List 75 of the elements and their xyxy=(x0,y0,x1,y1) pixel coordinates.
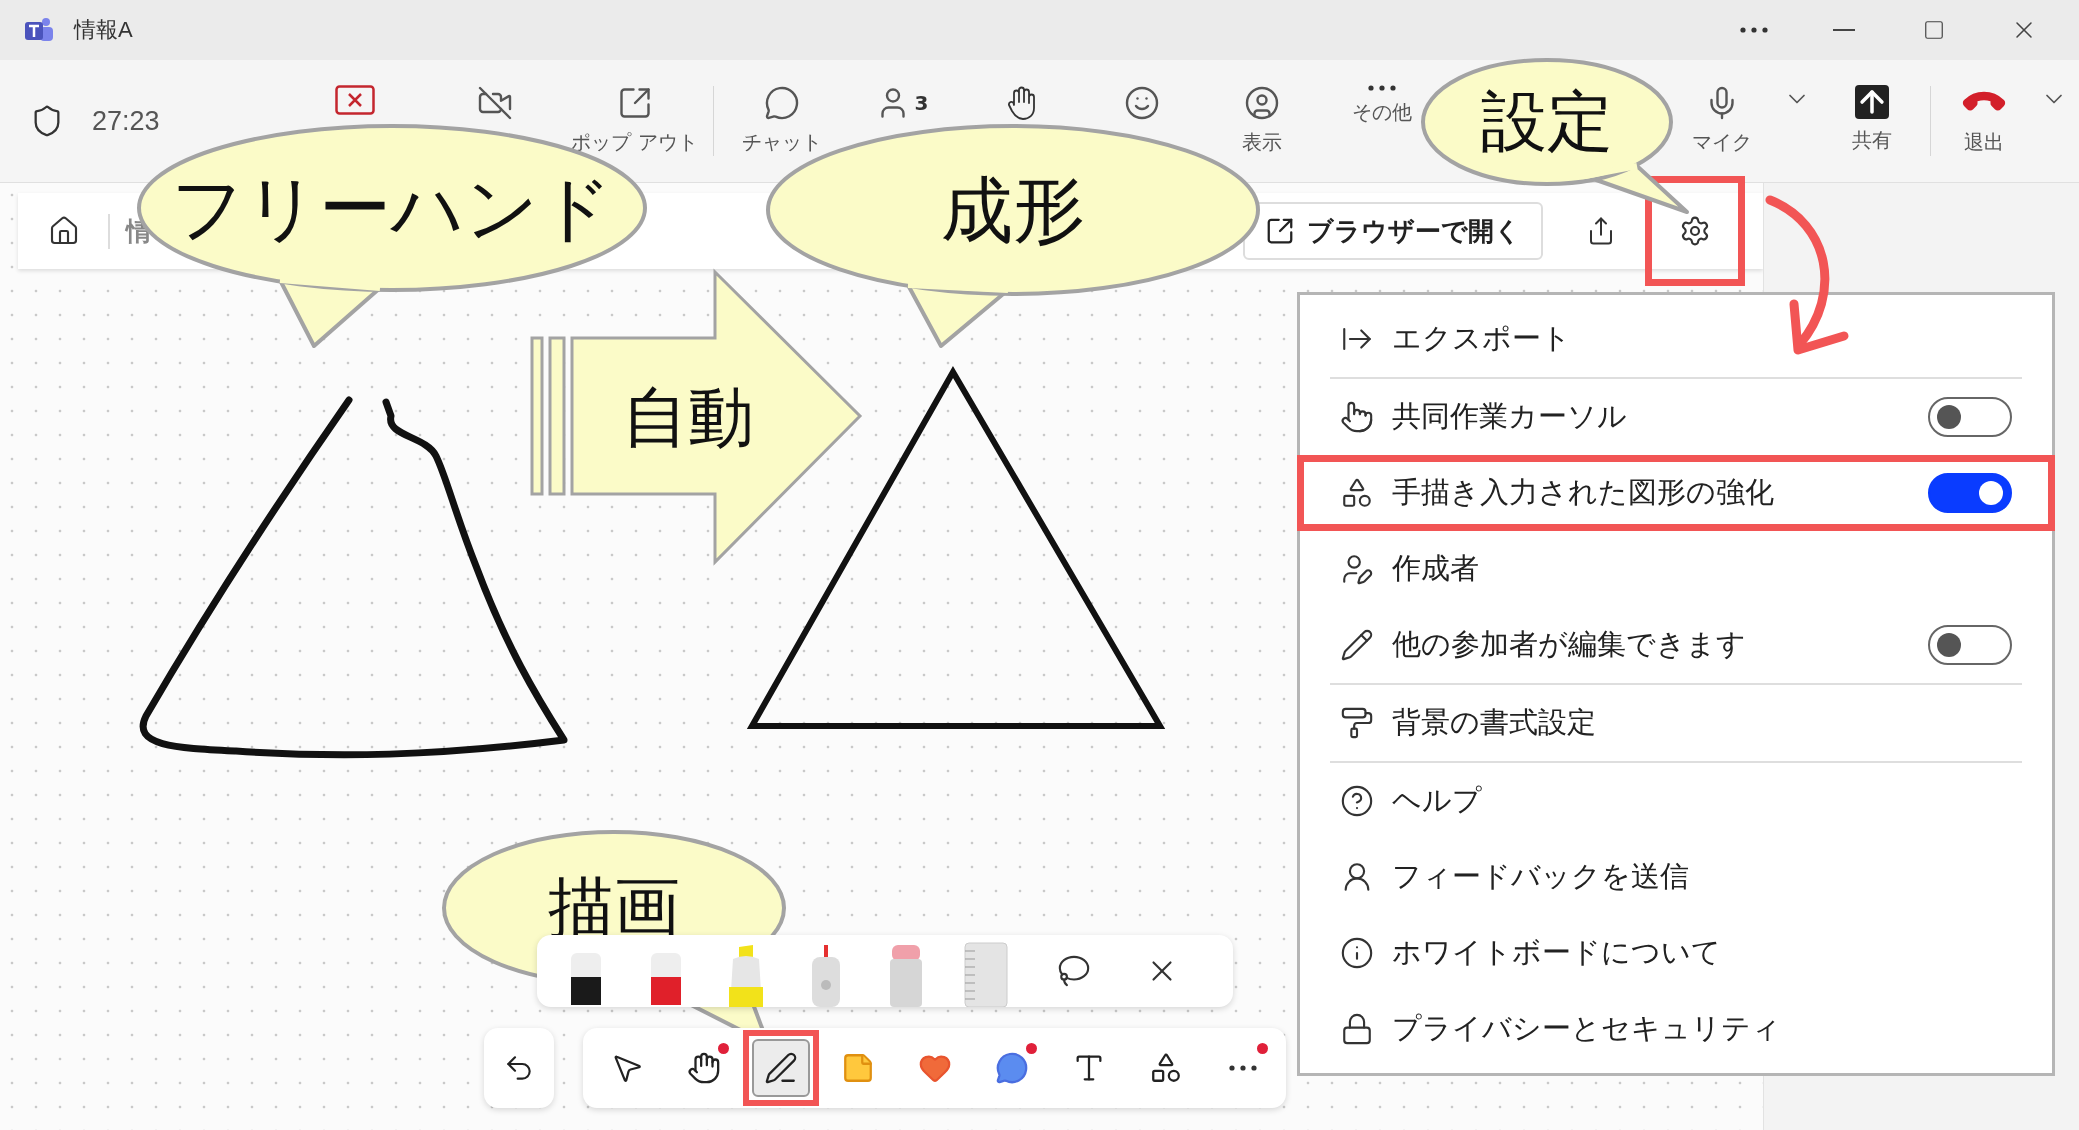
view-button[interactable]: 表示 xyxy=(1201,71,1322,171)
menu-item[interactable]: 背景の書式設定 xyxy=(1330,685,2022,761)
menu-item-label: ホワイトボードについて xyxy=(1392,934,1722,971)
undo-button[interactable] xyxy=(484,1028,554,1108)
stop-sharing-icon xyxy=(334,85,375,115)
notification-dot xyxy=(1257,1043,1268,1054)
settings-icon xyxy=(1679,215,1711,247)
external-link-icon xyxy=(1265,216,1295,246)
menu-item[interactable]: エクスポート xyxy=(1330,301,2022,377)
leave-button[interactable]: 退出 xyxy=(1938,71,2029,171)
home-icon xyxy=(48,215,80,247)
meeting-timer: 27:23 xyxy=(92,105,160,137)
pencil-icon xyxy=(1340,628,1374,662)
menu-item[interactable]: 手描き入力された図形の強化 xyxy=(1297,455,2055,531)
share-button[interactable]: 共有 xyxy=(1821,71,1922,171)
pointer-icon xyxy=(1340,400,1374,434)
menu-item-label: 背景の書式設定 xyxy=(1392,704,1597,741)
menu-item-label: プライバシーとセキュリティ xyxy=(1392,1010,1782,1047)
view-icon xyxy=(1243,85,1280,121)
app-logo-icon xyxy=(24,16,54,44)
info-icon xyxy=(1340,936,1374,970)
camera-off-icon xyxy=(476,85,513,121)
menu-item-label: ヘルプ xyxy=(1392,782,1483,819)
menu-item-label: 作成者 xyxy=(1392,550,1480,587)
popout-button[interactable]: ポップ アウト xyxy=(564,71,705,171)
toggle-switch[interactable] xyxy=(1928,397,2012,437)
maximize-icon xyxy=(1923,19,1945,41)
lock-icon xyxy=(1340,1012,1374,1046)
minimize-icon xyxy=(1833,29,1855,31)
more-button[interactable]: その他 xyxy=(1321,71,1442,171)
callout-text: 描画 xyxy=(548,875,680,941)
pen-icon xyxy=(764,1051,798,1085)
lasso-icon xyxy=(1057,954,1091,988)
participant-count: 3 xyxy=(914,91,929,115)
open-in-browser-button[interactable]: ブラウザーで開く xyxy=(1243,202,1543,260)
share-icon xyxy=(1854,85,1889,119)
chat-icon xyxy=(763,85,800,121)
more-icon xyxy=(1229,1065,1257,1071)
mic-button[interactable]: マイク xyxy=(1671,71,1772,171)
menu-item[interactable]: ヘルプ xyxy=(1330,763,2022,839)
chat-button[interactable]: チャット xyxy=(721,71,842,171)
user-pen-icon xyxy=(1340,552,1374,586)
menu-item[interactable]: フィードバックを送信 xyxy=(1330,839,2022,915)
menu-item-label: 他の参加者が編集できます xyxy=(1392,626,1747,663)
shapes-icon xyxy=(1149,1051,1183,1085)
raise-hand-icon xyxy=(1006,85,1037,121)
menu-item[interactable]: 他の参加者が編集できます xyxy=(1330,607,2022,683)
pen-tool[interactable] xyxy=(752,1039,810,1097)
shapes-icon xyxy=(1340,476,1374,510)
people-button[interactable]: 3 xyxy=(841,71,962,171)
menu-item-label: 手描き入力された図形の強化 xyxy=(1392,474,1775,511)
more-icon xyxy=(1740,27,1768,33)
arrow-label: 自動 xyxy=(622,385,754,451)
menu-item-label: 共同作業カーソル xyxy=(1392,398,1628,435)
comment-icon xyxy=(995,1051,1029,1085)
more-icon xyxy=(1367,85,1396,91)
help-icon xyxy=(1340,784,1374,818)
callout-text: フリーハンド xyxy=(171,172,613,244)
menu-item[interactable]: 作成者 xyxy=(1330,531,2022,607)
menu-item[interactable]: ホワイトボードについて xyxy=(1330,915,2022,991)
menu-item-label: エクスポート xyxy=(1392,320,1572,357)
menu-item[interactable]: プライバシーとセキュリティ xyxy=(1330,991,2022,1067)
paint-roller-icon xyxy=(1340,706,1374,740)
callout-text: 成形 xyxy=(941,174,1085,246)
sticky-note-icon xyxy=(841,1051,875,1085)
notification-dot xyxy=(718,1043,729,1054)
menu-item[interactable]: 共同作業カーソル xyxy=(1330,379,2022,455)
toggle-switch[interactable] xyxy=(1928,625,2012,665)
notification-dot xyxy=(1026,1043,1037,1054)
smile-icon xyxy=(1123,85,1160,121)
hand-icon xyxy=(687,1051,721,1085)
window-title: 情報A xyxy=(74,16,133,44)
toggle-switch[interactable] xyxy=(1928,473,2012,513)
menu-item-label: フィードバックを送信 xyxy=(1392,858,1690,895)
callout-text: 設定 xyxy=(1481,89,1613,155)
